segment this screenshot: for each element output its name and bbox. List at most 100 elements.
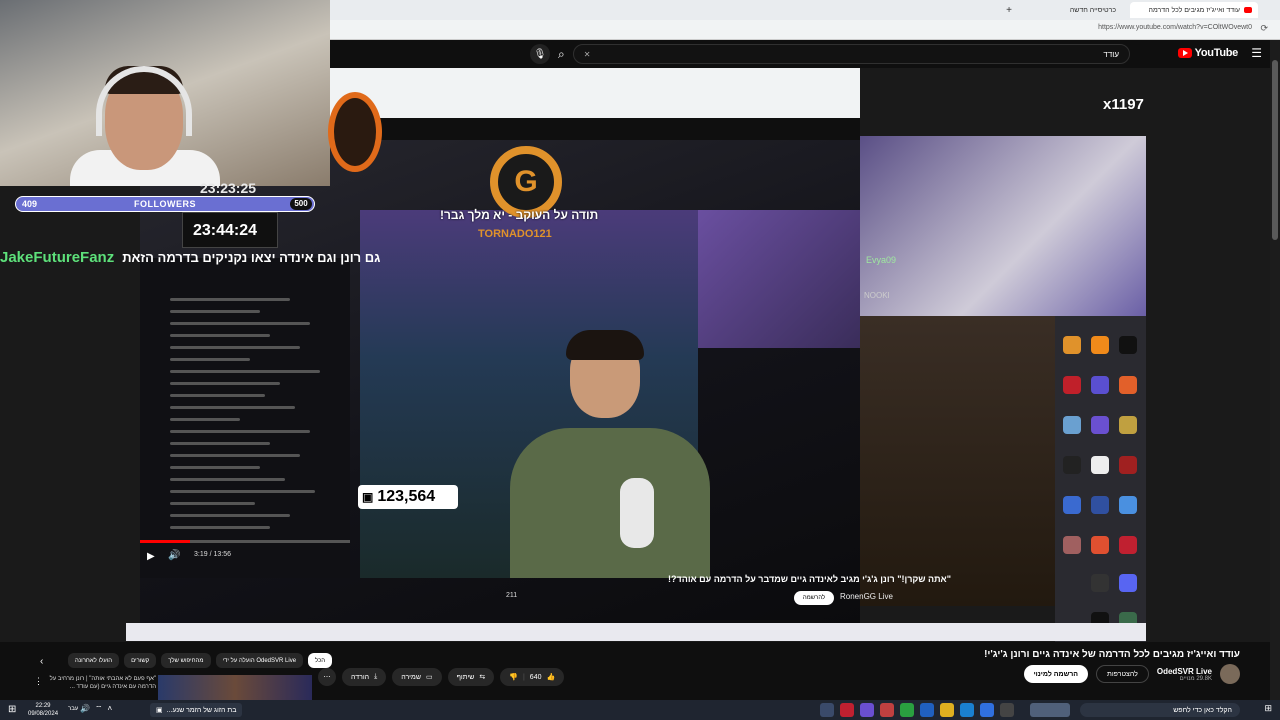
channel-info: OdedSVR Live 29.8K מנויים <box>1157 667 1212 682</box>
channel-name[interactable]: OdedSVR Live <box>1157 667 1212 676</box>
view-counter: ▣ 123,564 <box>358 485 458 509</box>
like-icon[interactable]: 👍 <box>546 673 555 681</box>
channel-subscribers: 29.8K מנויים <box>1179 675 1212 682</box>
volume-icon: 🔊 <box>168 550 181 561</box>
share-button[interactable]: שיתוף ⇆ <box>447 668 495 686</box>
video-actions: ⋯ הורדה ⤓ שמירה ▭ שיתוף ⇆ 👎 | 640 👍 <box>318 668 565 686</box>
download-label: הורדה <box>351 673 370 681</box>
taskbar-clock[interactable]: 22:29 09/08/2024 <box>28 702 58 718</box>
tab-new[interactable]: כרטיסייה חדשה <box>1022 2 1122 18</box>
inner-like-count: 211 <box>506 592 518 599</box>
address-bar[interactable]: https://www.youtube.com/watch?v=COltWOve… <box>330 20 1280 40</box>
app-icon-9[interactable] <box>980 703 994 717</box>
download-button[interactable]: הורדה ⤓ <box>342 668 387 686</box>
inner-browser-bar <box>330 68 860 118</box>
scroll-thumb[interactable] <box>1272 60 1278 240</box>
app-icon-5[interactable] <box>900 703 914 717</box>
followers-label: FOLLOWERS <box>134 199 196 209</box>
weather-widget[interactable] <box>1030 703 1070 717</box>
desktop-icons-panel <box>1055 316 1146 642</box>
url-text[interactable]: https://www.youtube.com/watch?v=COltWOve… <box>1098 24 1252 31</box>
channel-row: OdedSVR Live 29.8K מנויים להצטרפות הרשמה… <box>1023 664 1240 684</box>
mic-icon[interactable]: 🎙 <box>530 44 550 64</box>
app-icon-8[interactable] <box>960 703 974 717</box>
streamer-figure <box>470 318 730 578</box>
chip-from-search[interactable]: מהחיפוש שלך <box>161 653 211 668</box>
bookmark-icon: ▭ <box>425 674 433 681</box>
chevron-up-icon[interactable]: ˄ <box>108 704 113 714</box>
subscribe-button[interactable]: הרשמה למינוי <box>1023 665 1089 683</box>
youtube-header: 🎙 ⌕ עודד ✕ YouTube ☰ <box>330 40 1280 68</box>
microphone-icon <box>620 478 654 548</box>
chip-uploaded-by[interactable]: הועלה על ידי OdedSVR Live <box>215 653 304 668</box>
inner-time: 3:19 / 13:56 <box>194 551 231 558</box>
followers-goal: 500 <box>290 198 312 210</box>
recommended-thumbnail[interactable] <box>158 675 312 700</box>
window-icon: ▣ <box>156 707 163 714</box>
app-icon-6[interactable] <box>920 703 934 717</box>
like-count: 640 <box>529 673 542 681</box>
play-icon: ▶ <box>147 551 155 562</box>
chip-related[interactable]: קשורים <box>124 653 157 668</box>
search-input[interactable]: עודד ✕ <box>572 44 1130 64</box>
taskbar-date: 09/08/2024 <box>28 711 59 717</box>
youtube-logo-text: YouTube <box>1194 47 1239 59</box>
streamer-webcam <box>0 0 330 186</box>
windows-icon[interactable]: ⊞ <box>1264 703 1272 714</box>
download-icon: ⤓ <box>374 673 378 680</box>
clear-search-icon[interactable]: ✕ <box>584 50 591 59</box>
network-icon[interactable]: ⌔ <box>95 704 103 714</box>
tab-active-label: עודד ואייג'יז מגיבים לכל הדרמה <box>1148 6 1240 14</box>
followers-goal-bar: 409 FOLLOWERS 500 <box>15 196 315 212</box>
inner-chat-user: Evya09 <box>866 255 897 265</box>
app-icon-2[interactable] <box>840 703 854 717</box>
taskbar-search-placeholder: הקלד כאן כדי לחפש <box>1173 706 1232 714</box>
tab-active[interactable]: עודד ואייג'יז מגיבים לכל הדרמה <box>1130 2 1258 18</box>
new-tab-button[interactable]: + <box>1000 2 1018 18</box>
video-title: עודד ואייג'יז מגיבים לכל הדרמה של אינדה … <box>984 649 1240 660</box>
more-vertical-icon[interactable]: ⋮ <box>34 676 43 687</box>
app-icon-7[interactable] <box>940 703 954 717</box>
follow-alert-text: תודה על העוקב - יא מלך גבר! <box>440 208 599 222</box>
speaker-icon[interactable]: 🔊 <box>80 704 90 714</box>
search-icon[interactable]: ⌕ <box>558 47 565 62</box>
chip-recent[interactable]: הועלו לאחרונה <box>68 653 120 668</box>
video-info-section: עודד ואייג'יז מגיבים לכל הדרמה של אינדה … <box>0 642 1270 700</box>
timer-top: 23:23:25 <box>200 180 257 196</box>
search-value: עודד <box>1103 49 1119 59</box>
right-webcam <box>860 136 1146 316</box>
multiplier-counter: x1197 <box>1103 96 1144 113</box>
browser-tab-bar: עודד ואייג'יז מגיבים לכל הדרמה כרטיסייה … <box>330 0 1280 20</box>
channel-avatar[interactable] <box>1220 664 1240 684</box>
taskbar-window-button[interactable]: בת הזוג של הזמר שנע... ▣ <box>150 703 243 717</box>
windows-taskbar: ⊞ 22:29 09/08/2024 עבר 🔊 ⌔ ˄ בת הזוג של … <box>0 700 1280 720</box>
reload-icon[interactable]: ⟳ <box>1260 23 1268 34</box>
dislike-icon[interactable]: 👎 <box>509 673 518 681</box>
app-icon-4[interactable] <box>880 703 894 717</box>
chat-message: גם רונן וגם אינדה יצאו נקניקים בדרמה הזא… <box>122 249 381 265</box>
page-scrollbar[interactable] <box>1270 40 1280 700</box>
taskbar-apps <box>820 703 1014 717</box>
chip-all[interactable]: הכל <box>308 653 333 668</box>
inner-channel-name: RonenGG Live <box>840 592 893 601</box>
save-label: שמירה <box>401 673 421 681</box>
inner-video-title: "אתה שקרן!" רונן ג'ג'י מגיב לאינדה גיים … <box>668 574 951 584</box>
filter-chips: הועלו לאחרונה קשורים מהחיפוש שלך הועלה ע… <box>68 653 333 668</box>
taskbar-time: 22:29 <box>35 703 51 709</box>
taskbar-search[interactable]: הקלד כאן כדי לחפש <box>1080 703 1240 717</box>
search-area: 🎙 ⌕ עודד ✕ <box>530 44 1130 64</box>
save-button[interactable]: שמירה ▭ <box>392 668 442 686</box>
youtube-favicon-icon <box>1244 7 1252 13</box>
start-icon[interactable]: ⊞ <box>8 704 16 715</box>
chevron-left-icon[interactable]: ‹ <box>40 656 43 667</box>
chat-message-overlay: JakeFutureFanz גם רונן וגם אינדה יצאו נק… <box>0 246 450 268</box>
more-actions-button[interactable]: ⋯ <box>318 668 336 686</box>
language-indicator[interactable]: עבר <box>68 706 78 712</box>
app-icon-10[interactable] <box>1000 703 1014 717</box>
menu-icon[interactable]: ☰ <box>1251 46 1262 60</box>
youtube-logo[interactable]: YouTube <box>1177 47 1239 59</box>
app-icon-1[interactable] <box>820 703 834 717</box>
recommended-title[interactable]: "אף פעם לא אהבתי אותה" | רונן מרחיב על ה… <box>46 675 156 691</box>
app-icon-3[interactable] <box>860 703 874 717</box>
join-button[interactable]: להצטרפות <box>1096 665 1149 683</box>
